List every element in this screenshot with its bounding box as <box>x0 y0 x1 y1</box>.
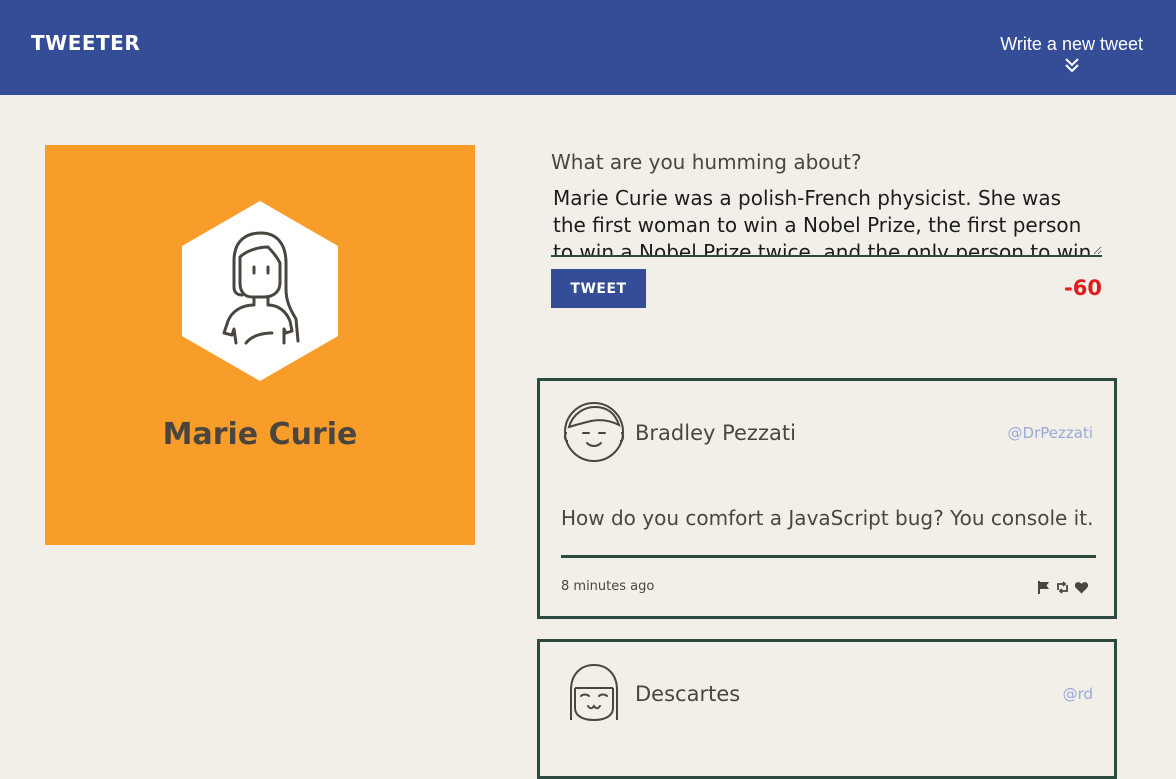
tweet-card: Bradley Pezzati @DrPezzati How do you co… <box>537 378 1117 619</box>
profile-name: Marie Curie <box>162 417 358 452</box>
tweet-actions <box>1036 580 1089 595</box>
retweet-icon[interactable] <box>1055 580 1070 595</box>
flag-icon[interactable] <box>1036 580 1051 595</box>
app-logo[interactable]: TWEETER <box>31 31 140 55</box>
tweet-timestamp: 8 minutes ago <box>561 579 655 594</box>
tweet-author-name: Descartes <box>635 682 741 706</box>
top-nav: TWEETER Write a new tweet <box>0 0 1176 95</box>
write-new-tweet-toggle[interactable]: Write a new tweet <box>1000 34 1143 73</box>
character-counter: -60 <box>1064 276 1102 300</box>
heart-icon[interactable] <box>1074 580 1089 595</box>
tweet-author-handle: @DrPezzati <box>1007 424 1093 442</box>
tweet-textarea[interactable] <box>551 183 1102 257</box>
write-new-tweet-label[interactable]: Write a new tweet <box>1000 34 1143 54</box>
double-chevron-down-icon[interactable] <box>1064 57 1080 73</box>
bob-haircut-avatar-icon <box>570 663 618 722</box>
tweet-author-name: Bradley Pezzati <box>635 421 796 445</box>
tweet-button[interactable]: TWEET <box>551 269 646 308</box>
tweet-text: How do you comfort a JavaScript bug? You… <box>561 506 1094 530</box>
compose-label: What are you humming about? <box>551 150 862 174</box>
profile-card: Marie Curie <box>45 145 475 545</box>
tweet-divider <box>561 555 1096 558</box>
man-avatar-icon <box>563 402 625 462</box>
tweet-card: Descartes @rd <box>537 639 1117 779</box>
woman-avatar-icon <box>182 201 338 381</box>
tweet-author-handle: @rd <box>1062 685 1093 703</box>
